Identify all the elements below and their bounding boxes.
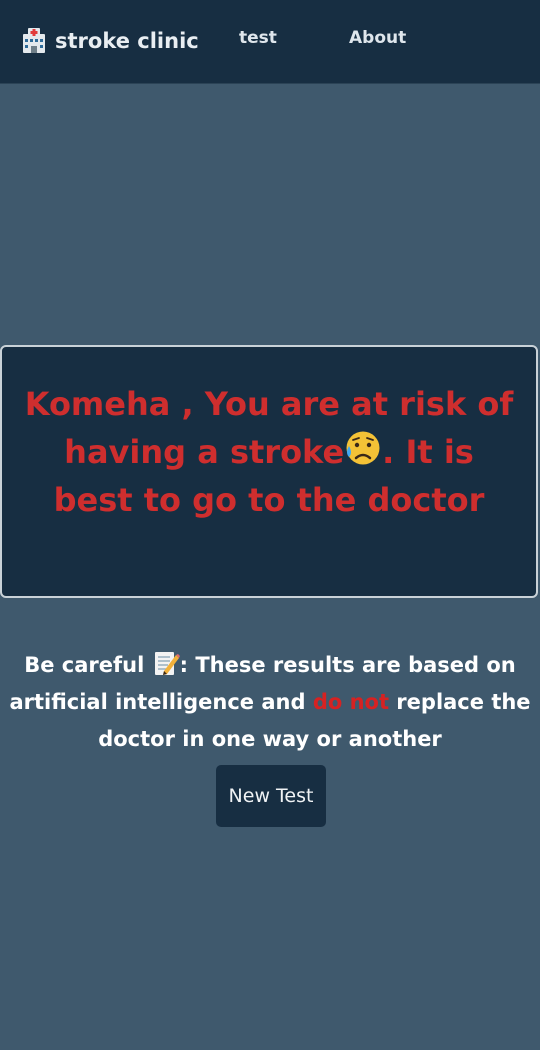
nav-link-about[interactable]: About	[349, 28, 406, 48]
memo-icon	[154, 652, 180, 675]
sad-face-icon	[346, 431, 380, 465]
navbar: stroke clinic test About	[0, 0, 540, 84]
warning-emphasis: do not	[312, 690, 389, 714]
new-test-button[interactable]: New Test	[216, 765, 326, 827]
hospital-icon	[23, 28, 45, 53]
ai-disclaimer: Be careful : These results are based on …	[0, 647, 540, 758]
stroke-risk-message: Komeha , You are at risk of having a str…	[24, 380, 514, 524]
result-card: Komeha , You are at risk of having a str…	[0, 345, 538, 598]
brand-label: stroke clinic	[55, 29, 199, 53]
nav-link-test[interactable]: test	[239, 28, 277, 48]
warning-lead: Be careful	[24, 653, 145, 677]
brand-link[interactable]: stroke clinic	[21, 25, 199, 57]
